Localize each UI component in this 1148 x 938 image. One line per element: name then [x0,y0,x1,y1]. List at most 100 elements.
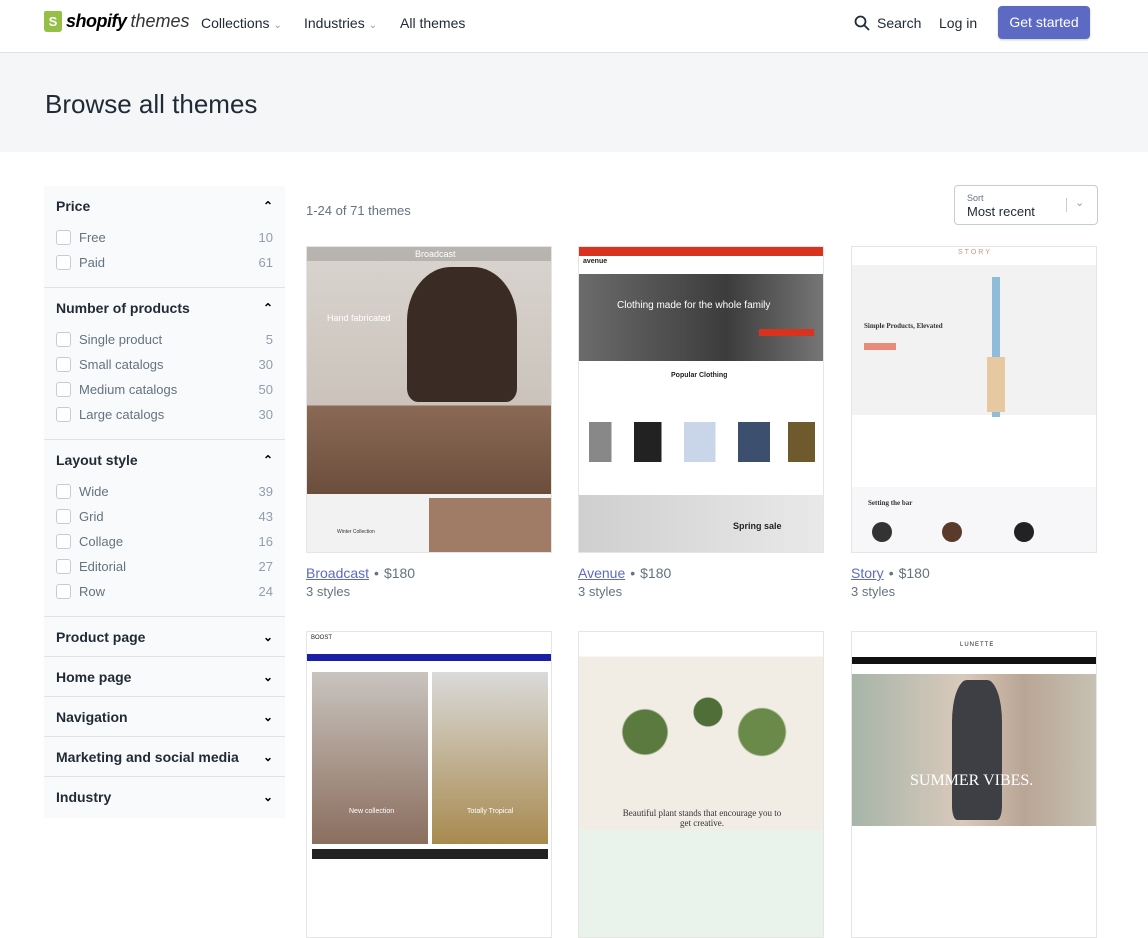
theme-card-avenue[interactable]: avenue Clothing made for the whole famil… [578,246,824,599]
filter-option-label: Single product [79,332,163,347]
checkbox[interactable] [56,230,71,245]
filter-section: Product page ⌄ [44,617,285,657]
theme-card[interactable]: BOOST New collection Totally Tropical [306,631,552,938]
checkbox[interactable] [56,332,71,347]
filter-option-count: 50 [258,382,273,397]
search-icon [854,15,870,31]
get-started-button[interactable]: Get started [998,6,1090,39]
shopify-themes-logo[interactable]: S shopify themes [44,11,190,32]
checkbox[interactable] [56,534,71,549]
chevron-down-icon: ⌄ [262,629,273,644]
filter-option-count: 39 [258,484,273,499]
theme-preview-image[interactable]: Beautiful plant stands that encourage yo… [578,631,824,938]
theme-preview-image[interactable]: LUNETTE SUMMER VIBES. [851,631,1097,938]
theme-preview-image[interactable]: Broadcast Hand fabricated Winter Collect… [306,246,552,553]
theme-card[interactable]: LUNETTE SUMMER VIBES. [851,631,1097,938]
filter-option[interactable]: Row 24 [56,579,273,604]
results-count: 1-24 of 71 themes [306,203,411,218]
theme-styles-count: 3 styles [578,584,623,599]
preview-text: SUMMER VIBES. [910,772,1034,789]
nav-label: Collections [201,15,270,31]
top-header: S shopify themes Collections ⌄ Industries ⌄… [0,0,1148,53]
theme-styles-count: 3 styles [306,584,351,599]
filter-option[interactable]: Medium catalogs 50 [56,377,273,402]
preview-text: New collection [349,808,395,815]
filter-title: Layout style [56,451,138,468]
search-button[interactable]: Search [854,15,921,31]
filter-option-label: Medium catalogs [79,382,178,397]
chevron-down-icon: ⌄ [262,709,273,724]
sort-select[interactable]: Sort Most recent ⌄ [954,185,1098,225]
sort-value: Most recent [967,204,1035,219]
checkbox[interactable] [56,584,71,599]
filter-section: Marketing and social media ⌄ [44,737,285,777]
filter-section-header[interactable]: Price ⌃ [56,186,273,225]
separator-dot: • [630,565,636,581]
filter-title: Product page [56,628,146,645]
filter-option[interactable]: Large catalogs 30 [56,402,273,427]
filter-section-header[interactable]: Navigation ⌄ [56,697,273,736]
checkbox[interactable] [56,382,71,397]
theme-price: $180 [383,565,416,581]
checkbox[interactable] [56,484,71,499]
filter-option-label: Collage [79,534,124,549]
preview-text: Hand fabricated [327,313,391,323]
preview-text: Popular Clothing [671,372,728,379]
filter-option-label: Grid [79,509,104,524]
filter-title: Home page [56,668,132,685]
divider [1066,198,1067,212]
filter-title: Marketing and social media [56,748,239,765]
preview-text: Setting the bar [868,499,913,507]
filter-option-count: 27 [258,559,273,574]
theme-name-link[interactable]: Avenue [578,565,625,581]
theme-card[interactable]: Beautiful plant stands that encourage yo… [578,631,824,938]
chevron-down-icon: ⌄ [1075,197,1085,209]
theme-preview-image[interactable]: avenue Clothing made for the whole famil… [578,246,824,553]
filter-section-header[interactable]: Number of products ⌃ [56,288,273,327]
theme-card-broadcast[interactable]: Broadcast Hand fabricated Winter Collect… [306,246,552,599]
filter-option[interactable]: Wide 39 [56,479,273,504]
filter-option-label: Small catalogs [79,357,164,372]
theme-name-link[interactable]: Broadcast [306,565,369,581]
separator-dot: • [374,565,379,581]
filter-section-header[interactable]: Industry ⌄ [56,777,273,816]
filter-option[interactable]: Small catalogs 30 [56,352,273,377]
filter-section-header[interactable]: Layout style ⌃ [56,440,273,479]
login-link[interactable]: Log in [939,15,977,31]
preview-text: Winter Collection [337,529,375,535]
checkbox[interactable] [56,357,71,372]
nav-industries[interactable]: Industries ⌄ [304,15,377,31]
nav-collections[interactable]: Collections ⌄ [201,15,282,31]
checkbox[interactable] [56,509,71,524]
filter-section-header[interactable]: Marketing and social media ⌄ [56,737,273,776]
filter-option-count: 5 [265,332,273,347]
filter-option-label: Row [79,584,106,599]
preview-text: Totally Tropical [467,808,514,815]
filter-section-header[interactable]: Product page ⌄ [56,617,273,656]
checkbox[interactable] [56,407,71,422]
filter-option[interactable]: Editorial 27 [56,554,273,579]
theme-price: $180 [898,565,930,581]
preview-text: Simple Products, Elevated [864,322,943,330]
filter-sidebar: Price ⌃ Free 10 Paid 61 Number of products ⌃ Sin… [44,186,285,818]
theme-name-link[interactable]: Story [851,565,884,581]
nav-all-themes[interactable]: All themes [400,15,465,31]
filter-option-count: 61 [258,255,273,270]
preview-text: STORY [958,249,992,256]
filter-option[interactable]: Free 10 [56,225,273,250]
filter-option[interactable]: Collage 16 [56,529,273,554]
filter-section-header[interactable]: Home page ⌄ [56,657,273,696]
filter-option[interactable]: Grid 43 [56,504,273,529]
chevron-down-icon: ⌄ [273,20,282,31]
page-title: Browse all themes [45,89,258,119]
filter-option[interactable]: Paid 61 [56,250,273,275]
checkbox[interactable] [56,255,71,270]
chevron-up-icon: ⌃ [262,198,273,213]
filter-option-count: 16 [258,534,273,549]
preview-text: Broadcast [415,249,456,259]
theme-card-story[interactable]: STORY Simple Products, Elevated Setting … [851,246,1097,599]
theme-preview-image[interactable]: STORY Simple Products, Elevated Setting … [851,246,1097,553]
filter-option[interactable]: Single product 5 [56,327,273,352]
theme-preview-image[interactable]: BOOST New collection Totally Tropical [306,631,552,938]
checkbox[interactable] [56,559,71,574]
